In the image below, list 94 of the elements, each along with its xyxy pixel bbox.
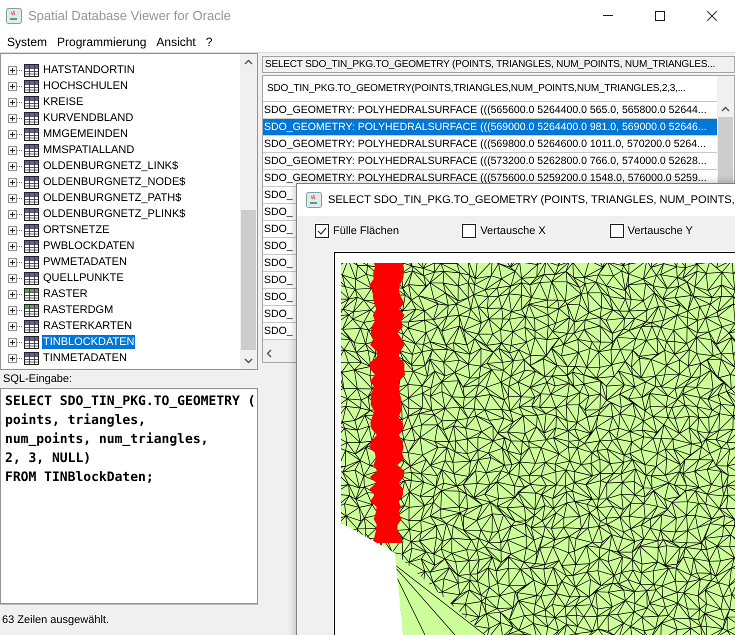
scroll-up-icon[interactable] xyxy=(721,106,730,112)
expand-icon[interactable] xyxy=(8,210,17,218)
tree-item[interactable]: QUELLPUNKTE xyxy=(42,271,125,285)
coffee-cup-icon xyxy=(306,192,322,208)
tree-item[interactable]: OLDENBURGNETZ_PATH$ xyxy=(42,191,182,205)
expand-icon[interactable] xyxy=(8,178,17,186)
menu-item[interactable]: ? xyxy=(200,34,218,48)
expand-icon[interactable] xyxy=(8,290,17,298)
expand-icon[interactable] xyxy=(8,226,17,234)
table-icon xyxy=(24,64,39,76)
expand-icon[interactable] xyxy=(8,338,17,346)
code-line: FROM TINBlockDaten; xyxy=(5,469,155,487)
tree-item[interactable]: PWMETADATEN xyxy=(42,255,128,269)
expand-icon[interactable] xyxy=(8,146,17,154)
table-icon xyxy=(24,112,39,124)
tree-item[interactable]: OLDENBURGNETZ_PLINK$ xyxy=(42,207,186,221)
expand-icon[interactable] xyxy=(8,98,17,106)
status-text: 63 Zeilen ausgewählt. xyxy=(0,604,258,635)
expand-icon[interactable] xyxy=(8,114,17,122)
tree-item[interactable]: RASTERKARTEN xyxy=(42,319,134,333)
table-icon xyxy=(24,96,39,108)
tree-item[interactable]: HOCHSCHULEN xyxy=(42,79,129,93)
table-icon xyxy=(24,256,39,268)
table-row[interactable]: SDO_GEOMETRY: POLYHEDRALSURFACE (((569000.0 5264400.0 981.0, 569000.0 52646... xyxy=(263,119,717,136)
expand-icon[interactable] xyxy=(8,354,17,362)
table-icon xyxy=(24,128,39,140)
tree-item[interactable]: RASTERDGM xyxy=(42,303,114,317)
code-line: 2, 3, NULL) xyxy=(5,450,92,468)
column-header[interactable]: SDO_TIN_PKG.TO_GEOMETRY(POINTS,TRIANGLES,NUM_POINTS,NUM_TRIANGLES,2,3,... xyxy=(263,76,717,102)
menu-item[interactable]: Programmierung xyxy=(52,34,152,48)
table-icon xyxy=(24,160,39,172)
table-icon xyxy=(24,80,39,92)
close-icon xyxy=(707,10,717,20)
coffee-cup-icon xyxy=(6,8,22,24)
checkbox[interactable] xyxy=(315,224,329,238)
tree-item[interactable]: TINBLOCKDATEN xyxy=(42,335,136,349)
expand-icon[interactable] xyxy=(8,194,17,202)
minimize-icon xyxy=(603,15,613,16)
checkbox-label: Vertausche Y xyxy=(628,225,693,237)
tree-item[interactable]: KREISE xyxy=(42,95,84,109)
table-icon xyxy=(24,208,39,220)
scroll-down-icon[interactable] xyxy=(244,358,253,364)
expand-icon[interactable] xyxy=(8,162,17,170)
table-icon xyxy=(24,352,39,364)
expand-icon[interactable] xyxy=(8,242,17,250)
sql-label: SQL-Eingabe: xyxy=(2,372,74,387)
checkbox[interactable] xyxy=(610,224,624,238)
tree-item[interactable]: OLDENBURGNETZ_NODE$ xyxy=(42,175,186,189)
table-icon xyxy=(24,304,39,316)
scroll-left-icon[interactable] xyxy=(266,349,272,358)
dialog-title: SELECT SDO_TIN_PKG.TO_GEOMETRY (POINTS, TRIANGLES, NUM_POINTS, xyxy=(328,194,735,206)
code-line: SELECT SDO_TIN_PKG.TO_GEOMETRY ( xyxy=(5,393,253,411)
menu-item[interactable]: Ansicht xyxy=(151,34,201,48)
expand-icon[interactable] xyxy=(8,82,17,90)
window-title: Spatial Database Viewer for Oracle xyxy=(28,8,232,23)
expand-icon[interactable] xyxy=(8,274,17,282)
table-icon xyxy=(24,272,39,284)
tree-item[interactable]: PWBLOCKDATEN xyxy=(42,239,136,253)
table-icon xyxy=(24,320,39,332)
expand-icon[interactable] xyxy=(8,322,17,330)
sql-editor[interactable]: SELECT SDO_TIN_PKG.TO_GEOMETRY ( points, triangles, num_points, num_triangles, 2, 3, NULL) FROM TINBlockDaten; xyxy=(0,388,258,604)
maximize-icon xyxy=(655,10,665,20)
table-row[interactable]: SDO_GEOMETRY: POLYHEDRALSURFACE (((565600.0 5264400.0 565.0, 565800.0 52644... xyxy=(263,102,717,119)
expand-icon[interactable] xyxy=(8,66,17,74)
table-row[interactable]: SDO_GEOMETRY: POLYHEDRALSURFACE (((573200.0 5262800.0 766.0, 574000.0 52628... xyxy=(263,153,717,170)
tree-item[interactable]: MMGEMEINDEN xyxy=(42,127,129,141)
tree-item[interactable]: MMSPATIALLAND xyxy=(42,143,136,157)
menu-item[interactable]: System xyxy=(2,34,52,48)
table-icon xyxy=(24,336,39,348)
scrollbar[interactable] xyxy=(240,54,257,369)
code-line: points, triangles, xyxy=(5,412,147,430)
table-row[interactable]: SDO_GEOMETRY: POLYHEDRALSURFACE (((569800.0 5264600.0 1011.0, 570200.0 5264... xyxy=(263,136,717,153)
expand-icon[interactable] xyxy=(8,306,17,314)
table-icon xyxy=(24,288,39,300)
check-icon xyxy=(317,227,327,235)
table-icon xyxy=(24,240,39,252)
table-icon xyxy=(24,144,39,156)
expand-icon[interactable] xyxy=(8,258,17,266)
code-line: num_points, num_triangles, xyxy=(5,431,210,449)
table-icon xyxy=(24,192,39,204)
tree-item[interactable]: ORTSNETZE xyxy=(42,223,110,237)
expand-icon[interactable] xyxy=(8,130,17,138)
tree-item[interactable]: RASTER xyxy=(42,287,89,301)
scroll-up-icon[interactable] xyxy=(244,59,253,65)
table-icon xyxy=(24,224,39,236)
checkbox-label: Vertausche X xyxy=(480,225,546,237)
tree-item[interactable]: HATSTANDORTIN xyxy=(42,63,136,77)
tree-item[interactable]: KURVENDBLAND xyxy=(42,111,134,125)
tree-item[interactable]: TINMETADATEN xyxy=(42,351,128,365)
checkbox[interactable] xyxy=(462,224,476,238)
table-icon xyxy=(24,176,39,188)
checkbox-label: Fülle Flächen xyxy=(333,225,400,237)
tree-item[interactable]: OLDENBURGNETZ_LINK$ xyxy=(42,159,180,173)
query-label: SELECT SDO_TIN_PKG.TO_GEOMETRY (POINTS, TRIANGLES, NUM_POINTS, NUM_TRIANGLES... xyxy=(262,56,735,73)
